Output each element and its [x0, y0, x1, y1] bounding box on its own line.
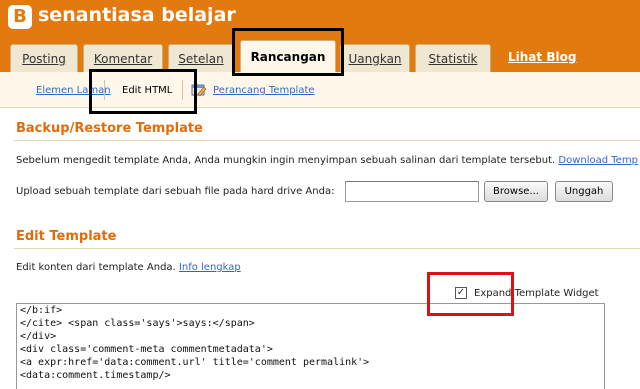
section-divider — [14, 248, 640, 249]
tab-komentar[interactable]: Komentar — [83, 44, 163, 72]
annotation-box-rancangan — [232, 28, 344, 76]
subnav-template-designer[interactable]: Perancang Template — [213, 85, 315, 96]
template-code-editor[interactable]: </b:if> </cite> <span class='says'>says:… — [16, 303, 605, 389]
code-line: <div class='comment-meta commentmetadata… — [20, 344, 273, 355]
edit-description-line: Edit konten dari template Anda. Info len… — [16, 262, 241, 273]
code-line: <a expr:href='data:comment.url' title='c… — [20, 357, 370, 368]
upload-label: Upload sebuah template dari sebuah file … — [16, 186, 335, 197]
code-line: </div> — [20, 331, 57, 342]
annotation-box-expand-widget — [427, 272, 514, 316]
code-line: </cite> <span class='says'>says:</span> — [20, 318, 255, 329]
section-divider — [14, 140, 640, 141]
backup-description: Sebelum mengedit template Anda, Anda mun… — [16, 155, 556, 166]
code-line: </b:if> — [20, 305, 63, 316]
code-line: <data:comment.timestamp/> — [20, 370, 171, 381]
edit-description: Edit konten dari template Anda. — [16, 262, 176, 273]
tab-uangkan[interactable]: Uangkan — [340, 44, 410, 72]
backup-section-title: Backup/Restore Template — [16, 121, 203, 136]
view-blog-link[interactable]: Lihat Blog — [508, 50, 576, 64]
tab-statistik[interactable]: Statistik — [415, 44, 491, 72]
tab-setelan[interactable]: Setelan — [168, 44, 234, 72]
blog-title: senantiasa belajar — [38, 4, 236, 26]
edit-section-title: Edit Template — [16, 229, 117, 244]
upload-button[interactable]: Unggah — [555, 181, 613, 202]
browse-button[interactable]: Browse... — [484, 181, 548, 202]
blogger-logo-icon[interactable]: B — [8, 5, 32, 29]
info-link[interactable]: Info lengkap — [179, 262, 241, 273]
backup-description-line: Sebelum mengedit template Anda, Anda mun… — [16, 155, 638, 166]
download-template-link[interactable]: Download Temp — [558, 155, 638, 166]
tab-posting[interactable]: Posting — [10, 44, 78, 72]
annotation-box-edit-html — [89, 69, 197, 114]
template-file-input[interactable] — [345, 181, 479, 202]
logo-letter: B — [13, 6, 27, 27]
